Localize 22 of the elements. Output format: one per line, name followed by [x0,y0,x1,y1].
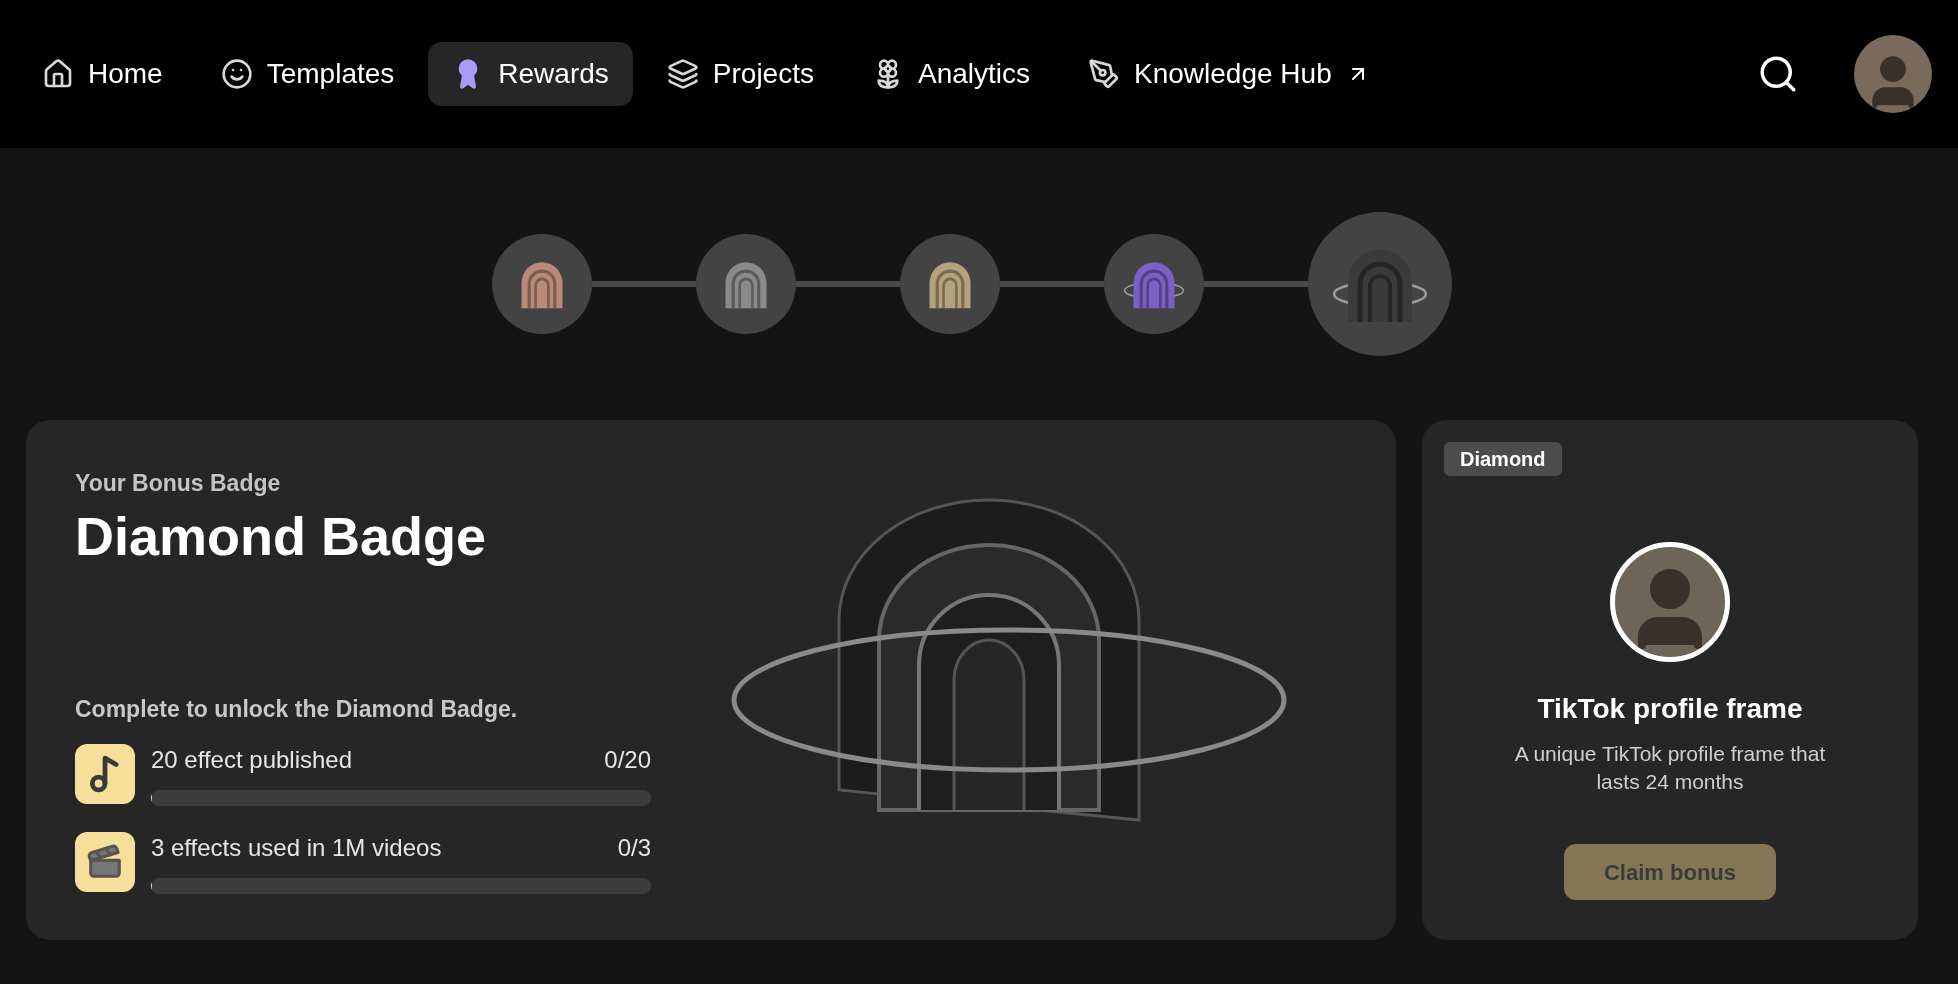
reward-description: A unique TikTok profile frame that lasts 24 months [1513,741,1827,795]
nav-tab[interactable]: Analytics [847,42,1054,106]
house-icon [42,58,74,90]
tier-tag: Diamond [1444,442,1562,476]
instruction-text: Complete to unlock the Diamond Badge. [75,694,519,724]
nav-tab[interactable]: Templates [196,42,419,106]
reward-title: TikTok profile frame [1537,692,1803,726]
task-count: 0/3 [617,833,651,863]
task-count: 0/20 [604,745,651,775]
task-label: 3 effects used in 1M videos [151,833,442,863]
clapperboard-icon [75,832,135,892]
task-label: 20 effect published [151,745,353,775]
badge-title: Diamond Badge [75,504,488,568]
stack-icon [666,58,699,90]
mask-icon [220,58,253,90]
nav-tab[interactable]: Projects [642,42,838,106]
nav-tab[interactable]: Rewards [428,42,633,106]
pen-icon [1088,58,1120,90]
music-note-icon [75,744,135,804]
nav-tab[interactable]: Home [18,42,187,106]
card-eyebrow: Your Bonus Badge [75,469,282,498]
nav-tab[interactable]: Knowledge Hub [1064,42,1394,106]
